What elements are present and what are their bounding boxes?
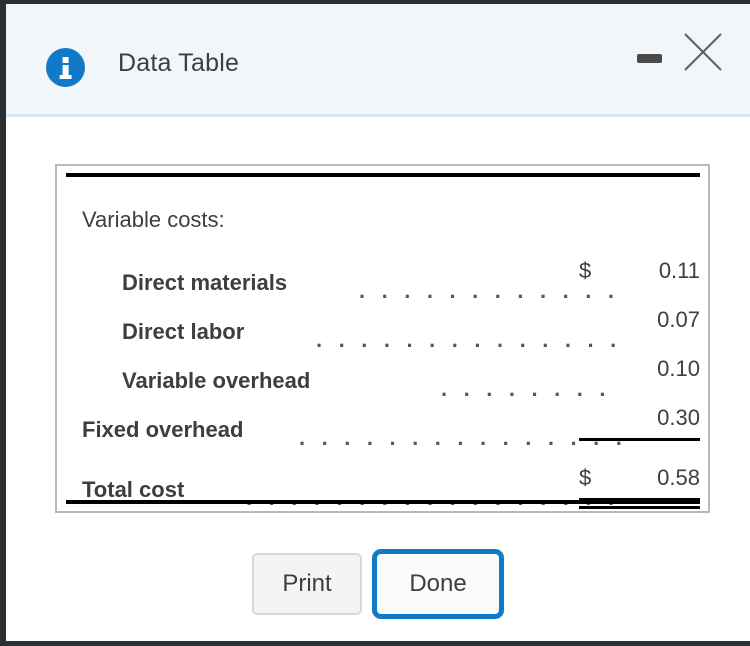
dot-leader: . . . . . . . . . . . . . . . . . . . . … [316,327,621,347]
done-button[interactable]: Done [372,549,504,619]
row-value: 0.10 [657,356,700,381]
table-top-rule [66,173,700,177]
table-bottom-rule [66,500,700,504]
dialog-button-bar: Print Done [6,549,750,625]
dot-leader: . . . . . . . . . . . . . . . . . . . . … [441,376,621,396]
row-value: 0.30 [657,405,700,430]
total-rule-lower [579,506,700,509]
row-label: Fixed overhead [82,417,244,442]
cost-table-panel: Variable costs: Direct materials . . . . .… [55,164,710,513]
currency-symbol: $ [579,465,592,490]
table-row: Variable costs: [66,207,700,265]
data-table-dialog: Data Table Variable costs: Direct materia… [0,0,750,646]
table-row: Fixed overhead . . . . . . . . . . . . . … [66,405,700,463]
row-value: 0.58 [657,465,700,490]
title-bar: Data Table [6,4,750,117]
table-row: Total cost. . . . . . . . . . . . . . . … [66,465,700,523]
close-icon[interactable] [682,31,724,73]
info-icon [46,48,85,87]
minimize-icon[interactable] [637,54,662,63]
currency-symbol: $ [579,258,592,283]
row-value: 0.07 [657,307,700,332]
subtotal-rule [579,438,700,441]
row-label: Direct materials [122,270,288,295]
print-button[interactable]: Print [252,553,362,615]
row-label: Variable overhead [122,368,311,393]
window-title: Data Table [118,49,240,77]
dot-leader: . . . . . . . . . . . . . . . . . . . . … [299,425,621,445]
row-label: Variable costs: [82,207,225,232]
row-value: 0.11 [658,258,700,283]
cost-table: Variable costs: Direct materials . . . . .… [66,173,700,509]
row-label: Direct labor [122,319,245,344]
